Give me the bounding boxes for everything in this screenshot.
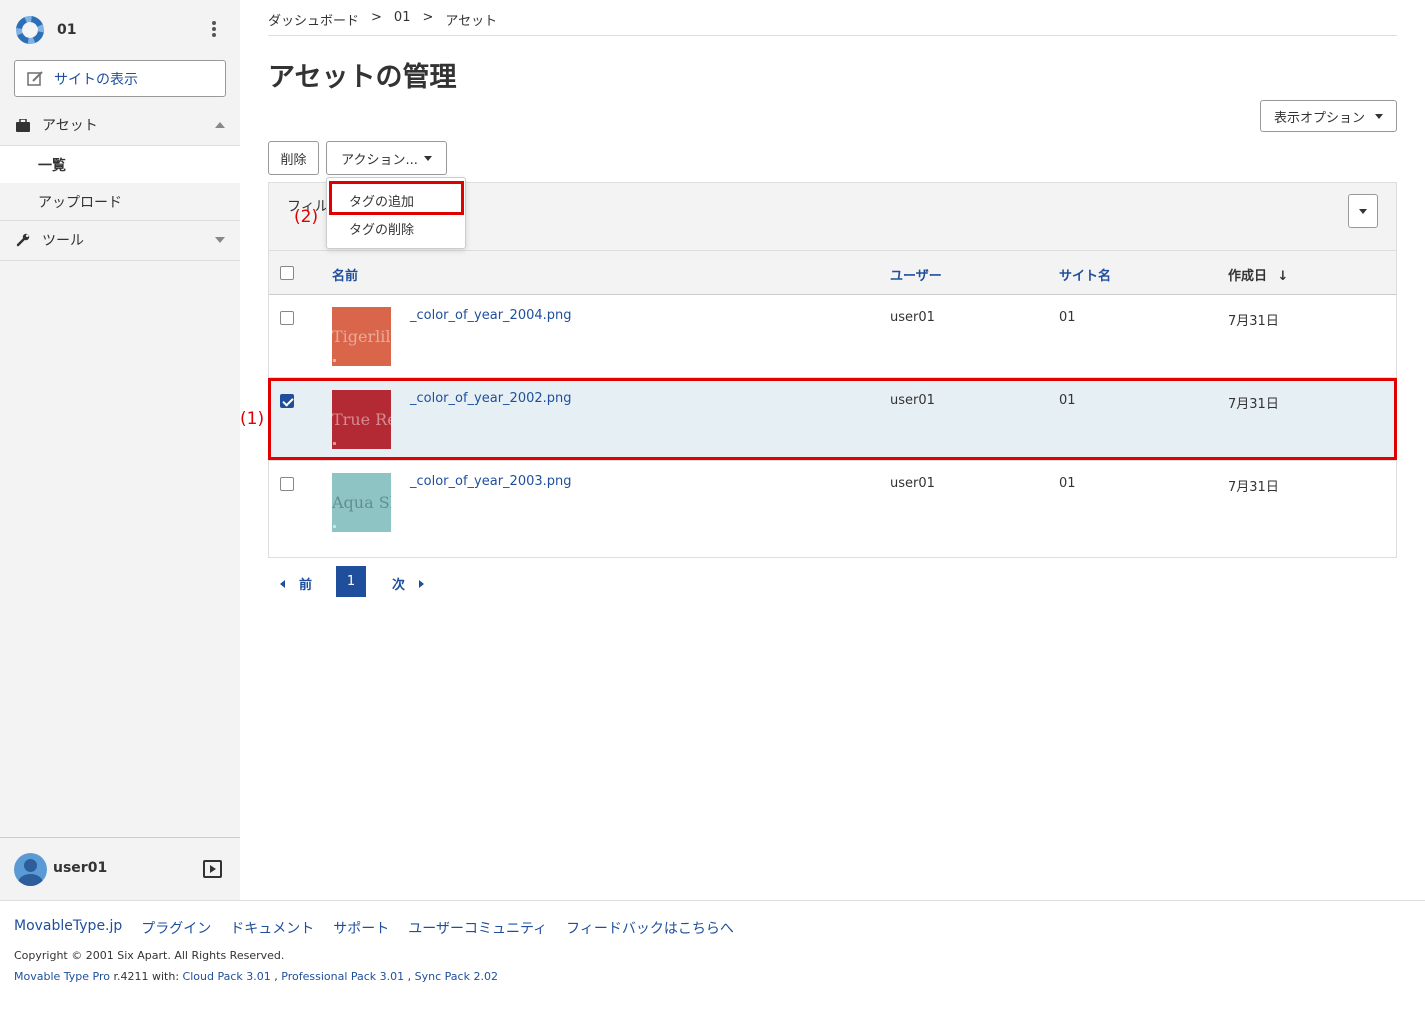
asset-created: 7月31日 xyxy=(1228,480,1279,495)
row-checkbox[interactable] xyxy=(280,311,294,325)
asset-site: 01 xyxy=(1059,310,1076,325)
pack-separator: , xyxy=(404,970,415,983)
breadcrumb-dashboard[interactable]: ダッシュボード xyxy=(268,10,359,29)
site-name[interactable]: 01 xyxy=(57,22,76,38)
asset-filename-link[interactable]: _color_of_year_2003.png xyxy=(410,474,572,489)
annotation-highlight-row xyxy=(268,378,1397,460)
view-site-label: サイトの表示 xyxy=(54,71,138,88)
pack-link-cloud[interactable]: Cloud Pack 3.01 xyxy=(183,970,271,983)
pack-separator: , xyxy=(270,970,282,983)
edit-icon xyxy=(27,71,43,86)
display-options-button[interactable]: 表示オプション xyxy=(1260,100,1397,132)
breadcrumb: ダッシュボード > 01 > アセット xyxy=(268,10,497,29)
column-created-label: 作成日 xyxy=(1228,269,1268,284)
movable-type-logo-icon[interactable] xyxy=(14,14,46,46)
nav-assets-header[interactable]: アセット xyxy=(0,105,240,145)
product-link[interactable]: Movable Type Pro xyxy=(14,970,110,983)
wrench-icon xyxy=(16,233,32,247)
asset-user: user01 xyxy=(890,476,935,491)
delete-label: 削除 xyxy=(280,152,307,168)
asset-created: 7月31日 xyxy=(1228,314,1279,329)
footer-link-support[interactable]: サポート xyxy=(333,918,389,938)
breadcrumb-separator: > xyxy=(422,10,434,25)
view-site-button[interactable]: サイトの表示 xyxy=(14,60,226,97)
next-page-link[interactable]: 次 xyxy=(392,574,425,593)
menu-item-remove-tags[interactable]: タグの削除 xyxy=(349,219,414,238)
nav-tools: ツール xyxy=(0,220,240,261)
chevron-right-icon xyxy=(419,579,425,588)
table-row[interactable]: Aqua Sky _color_of_year_2003.png user01 … xyxy=(269,461,1396,544)
nav-tools-label: ツール xyxy=(42,233,84,249)
filter-toggle-button[interactable] xyxy=(1348,194,1378,228)
site-header: 01 xyxy=(0,0,240,56)
nav-assets-label: アセット xyxy=(42,118,98,134)
version-info: Movable Type Pro r.4211 with: Cloud Pack… xyxy=(14,970,498,983)
current-page[interactable]: 1 xyxy=(336,566,366,597)
table-header: 名前 ユーザー サイト名 作成日 ↓ xyxy=(269,251,1396,295)
chevron-up-icon xyxy=(215,122,225,128)
briefcase-icon xyxy=(16,118,32,132)
annotation-label-2: (2) xyxy=(294,207,319,227)
page-title: アセットの管理 xyxy=(268,62,457,93)
sidebar-item-upload[interactable]: アップロード xyxy=(0,183,240,220)
footer-link-movabletype[interactable]: MovableType.jp xyxy=(14,918,122,938)
asset-thumbnail[interactable]: Tigerlily xyxy=(332,307,391,366)
select-all-checkbox[interactable] xyxy=(280,266,294,280)
column-name[interactable]: 名前 xyxy=(332,265,358,284)
breadcrumb-separator: > xyxy=(371,10,382,25)
asset-filename-link[interactable]: _color_of_year_2004.png xyxy=(410,308,572,323)
nav-assets: アセット 一覧 アップロード xyxy=(0,105,240,221)
column-site[interactable]: サイト名 xyxy=(1059,265,1111,284)
asset-thumbnail[interactable]: Aqua Sky xyxy=(332,473,391,532)
caret-down-icon xyxy=(1375,113,1383,119)
breadcrumb-divider xyxy=(268,35,1397,36)
prev-page-link[interactable]: 前 xyxy=(280,574,312,593)
thumbnail-text: Tigerlily xyxy=(332,327,391,346)
display-options-label: 表示オプション xyxy=(1273,110,1365,126)
avatar[interactable] xyxy=(14,853,47,886)
annotation-label-1: (1) xyxy=(240,409,265,429)
build-text: r.4211 with: xyxy=(110,970,183,983)
footer-link-community[interactable]: ユーザーコミュニティ xyxy=(408,918,547,938)
pagination: 前 1 次 xyxy=(268,566,568,598)
asset-user: user01 xyxy=(890,310,935,325)
table-row[interactable]: Tigerlily _color_of_year_2004.png user01… xyxy=(269,295,1396,378)
user-box: user01 xyxy=(0,837,240,900)
breadcrumb-assets: アセット xyxy=(445,14,498,29)
chevron-down-icon xyxy=(215,237,225,243)
user-name[interactable]: user01 xyxy=(53,860,107,876)
actions-button[interactable]: アクション... xyxy=(326,141,447,175)
column-user[interactable]: ユーザー xyxy=(890,265,942,284)
pack-link-sync[interactable]: Sync Pack 2.02 xyxy=(415,970,498,983)
nav-tools-header[interactable]: ツール xyxy=(0,220,240,260)
footer-links: MovableType.jp プラグイン ドキュメント サポート ユーザーコミュ… xyxy=(14,918,734,938)
caret-down-icon xyxy=(423,155,432,161)
copyright: Copyright © 2001 Six Apart. All Rights R… xyxy=(14,949,285,962)
chevron-left-icon xyxy=(280,579,285,588)
asset-site: 01 xyxy=(1059,476,1076,491)
prev-page-label: 前 xyxy=(299,578,313,593)
collapse-sidebar-icon[interactable] xyxy=(203,860,222,878)
more-options-icon[interactable] xyxy=(205,18,223,40)
annotation-highlight-menu xyxy=(329,181,464,215)
actions-label: アクション... xyxy=(341,152,418,168)
thumbnail-text: Aqua Sky xyxy=(332,493,391,512)
pack-link-professional[interactable]: Professional Pack 3.01 xyxy=(281,970,404,983)
column-created[interactable]: 作成日 ↓ xyxy=(1228,265,1288,284)
sort-desc-icon: ↓ xyxy=(1277,269,1289,284)
footer-link-docs[interactable]: ドキュメント xyxy=(230,918,314,938)
sidebar-item-list[interactable]: 一覧 xyxy=(0,146,240,183)
delete-button[interactable]: 削除 xyxy=(268,141,319,175)
breadcrumb-site[interactable]: 01 xyxy=(394,10,411,29)
footer-link-plugins[interactable]: プラグイン xyxy=(141,918,211,938)
footer: MovableType.jp プラグイン ドキュメント サポート ユーザーコミュ… xyxy=(0,900,1425,1017)
sidebar: 01 サイトの表示 アセット 一覧 アップロード ツール user01 xyxy=(0,0,240,900)
row-checkbox[interactable] xyxy=(280,477,294,491)
footer-link-feedback[interactable]: フィードバックはこちらへ xyxy=(566,918,734,938)
next-page-label: 次 xyxy=(392,578,406,593)
